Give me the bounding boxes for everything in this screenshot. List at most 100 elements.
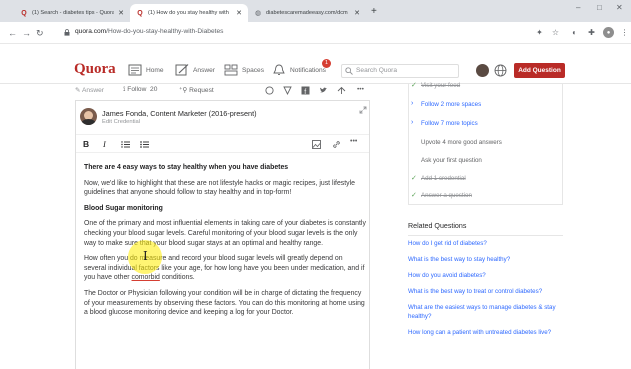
extension-puzzle-icon[interactable]: ✚ bbox=[586, 27, 597, 38]
minimize-button[interactable]: – bbox=[576, 3, 580, 12]
browser-toolbar: ← → ↻ quora.com/How-do-you-stay-healthy-… bbox=[0, 22, 631, 44]
image-icon[interactable] bbox=[312, 140, 321, 149]
follow-label: Follow bbox=[127, 86, 147, 93]
extension-circle-icon[interactable]: ◐ bbox=[569, 27, 580, 38]
bulleted-list-icon[interactable] bbox=[140, 140, 149, 149]
checklist-item[interactable]: ✓ Add 1 credential bbox=[411, 175, 466, 182]
author-avatar bbox=[80, 108, 97, 125]
checklist-item[interactable]: › Follow 7 more topics bbox=[411, 119, 478, 127]
tab-label: diabetescaremadeeasy.com/dcm bbox=[266, 10, 348, 16]
quora-q-icon: Q bbox=[137, 9, 143, 17]
twitter-icon[interactable] bbox=[319, 86, 328, 95]
maximize-button[interactable]: □ bbox=[597, 3, 602, 12]
close-icon[interactable]: ✕ bbox=[118, 9, 124, 17]
language-globe-icon[interactable] bbox=[494, 64, 507, 77]
comment-icon[interactable] bbox=[265, 86, 274, 95]
spellcheck-word[interactable]: comorbid bbox=[132, 274, 160, 281]
content-paragraph: Now, we'd like to highlight that these a… bbox=[84, 179, 355, 197]
checklist-item[interactable]: ✓ Visit your feed bbox=[411, 82, 460, 89]
content-paragraph: How often you do measure and record your… bbox=[84, 255, 365, 282]
check-icon: ✓ bbox=[411, 82, 417, 89]
url-host: quora.com bbox=[75, 28, 107, 35]
tab-how-stay-healthy[interactable]: Q (1) How do you stay healthy with ✕ bbox=[130, 4, 248, 22]
content-paragraph: The Doctor or Physician following your c… bbox=[84, 289, 365, 317]
menu-dots-icon[interactable]: ⋮ bbox=[619, 27, 630, 38]
content-subheading: Blood Sugar monitoring bbox=[84, 204, 163, 212]
related-question-link[interactable]: What are the easiest ways to manage diab… bbox=[408, 304, 563, 321]
question-action-bar: ✎ Answer ⟟ Follow 20 ⁺⚲ Request f ••• bbox=[75, 84, 370, 98]
tab-quora-search[interactable]: Q (1) Search - diabetes tips - Quora ✕ bbox=[14, 4, 130, 22]
nav-home[interactable]: Home bbox=[128, 62, 164, 78]
share-icon[interactable] bbox=[337, 86, 346, 95]
address-bar[interactable]: quora.com/How-do-you-stay-healthy-with-D… bbox=[75, 28, 223, 35]
related-question-link[interactable]: What is the best way to stay healthy? bbox=[408, 256, 563, 265]
right-sidebar: ✓ Visit your feed › Follow 2 more spaces ›… bbox=[408, 82, 563, 369]
svg-text:f: f bbox=[304, 89, 306, 95]
related-questions: Related Questions How do I get rid of di… bbox=[408, 222, 563, 345]
downvote-icon[interactable] bbox=[283, 86, 292, 95]
nav-answer[interactable]: Answer bbox=[175, 62, 215, 78]
url-path: /How-do-you-stay-healthy-with-Diabetes bbox=[106, 28, 224, 35]
pencil-icon bbox=[175, 64, 189, 76]
spaces-icon bbox=[224, 64, 238, 76]
checklist-item[interactable]: Upvote 4 more good answers bbox=[421, 139, 502, 146]
related-question-link[interactable]: How do I get rid of diabetes? bbox=[408, 240, 563, 249]
expand-icon[interactable] bbox=[359, 106, 367, 114]
follow-count: 20 bbox=[150, 86, 158, 93]
related-question-link[interactable]: How do you avoid diabetes? bbox=[408, 272, 563, 281]
quora-q-icon: Q bbox=[21, 9, 27, 17]
chevron-right-icon: › bbox=[411, 119, 414, 126]
check-icon: ✓ bbox=[411, 175, 417, 182]
edit-credential-link[interactable]: Edit Credential bbox=[102, 119, 140, 125]
close-icon[interactable]: ✕ bbox=[354, 9, 360, 17]
chevron-right-icon: › bbox=[411, 100, 414, 107]
star-icon[interactable]: ☆ bbox=[550, 27, 561, 38]
add-question-button[interactable]: Add Question bbox=[514, 63, 565, 78]
notification-badge: 1 bbox=[322, 59, 331, 68]
nav-home-label: Home bbox=[146, 66, 164, 74]
getting-started-checklist: ✓ Visit your feed › Follow 2 more spaces ›… bbox=[408, 82, 563, 205]
more-options-icon[interactable]: ••• bbox=[357, 86, 364, 93]
request-label: Request bbox=[189, 87, 214, 94]
close-icon[interactable]: ✕ bbox=[236, 9, 242, 17]
request-button[interactable]: ⁺⚲ Request bbox=[179, 86, 214, 94]
nav-spaces[interactable]: Spaces bbox=[224, 62, 264, 78]
back-arrow-icon[interactable]: ← bbox=[8, 26, 17, 40]
user-avatar[interactable] bbox=[476, 64, 489, 77]
nav-spaces-label: Spaces bbox=[242, 66, 264, 74]
reload-icon[interactable]: ↻ bbox=[36, 26, 44, 40]
bold-button[interactable]: B bbox=[83, 139, 89, 149]
nav-notifications[interactable]: Notifications bbox=[272, 62, 326, 78]
home-icon bbox=[128, 64, 142, 76]
bell-icon bbox=[273, 64, 285, 75]
search-icon bbox=[345, 67, 353, 75]
answer-content[interactable]: There are 4 easy ways to stay healthy wh… bbox=[84, 163, 366, 324]
extension-icon[interactable]: ✦ bbox=[534, 27, 545, 38]
new-tab-button[interactable]: + bbox=[371, 5, 377, 19]
tab-label: (1) Search - diabetes tips - Quora bbox=[32, 10, 115, 16]
related-question-link[interactable]: What is the best way to treat or control… bbox=[408, 288, 563, 297]
related-questions-title: Related Questions bbox=[408, 222, 563, 236]
italic-button[interactable]: I bbox=[103, 139, 106, 149]
related-question-link[interactable]: How long can a patient with untreated di… bbox=[408, 329, 563, 338]
checklist-item[interactable]: ✓ Answer a question bbox=[411, 192, 472, 199]
search-input[interactable]: Search Quora bbox=[341, 64, 459, 78]
link-icon[interactable] bbox=[332, 140, 341, 149]
profile-avatar[interactable]: ● bbox=[603, 27, 614, 38]
checklist-item[interactable]: Ask your first question bbox=[421, 157, 482, 164]
tab-diabetescare[interactable]: ◍ diabetescaremadeeasy.com/dcm ✕ bbox=[248, 4, 366, 22]
quora-logo[interactable]: Quora bbox=[74, 61, 116, 78]
search-placeholder: Search Quora bbox=[356, 67, 398, 74]
browser-chrome: Q (1) Search - diabetes tips - Quora ✕ Q… bbox=[0, 0, 631, 56]
numbered-list-icon[interactable] bbox=[121, 140, 130, 149]
checklist-item[interactable]: › Follow 2 more spaces bbox=[411, 100, 481, 108]
content-paragraph: One of the primary and most influential … bbox=[84, 220, 366, 247]
close-window-button[interactable]: ✕ bbox=[616, 3, 623, 12]
facebook-icon[interactable]: f bbox=[301, 86, 310, 95]
answer-label: Answer bbox=[82, 87, 104, 94]
follow-button[interactable]: ⟟ Follow 20 bbox=[123, 86, 157, 94]
answer-editor: James Fonda, Content Marketer (2016-pres… bbox=[75, 100, 370, 369]
answer-button[interactable]: ✎ Answer bbox=[75, 86, 104, 94]
forward-arrow-icon[interactable]: → bbox=[22, 26, 31, 40]
more-formatting-icon[interactable]: ••• bbox=[350, 138, 357, 145]
